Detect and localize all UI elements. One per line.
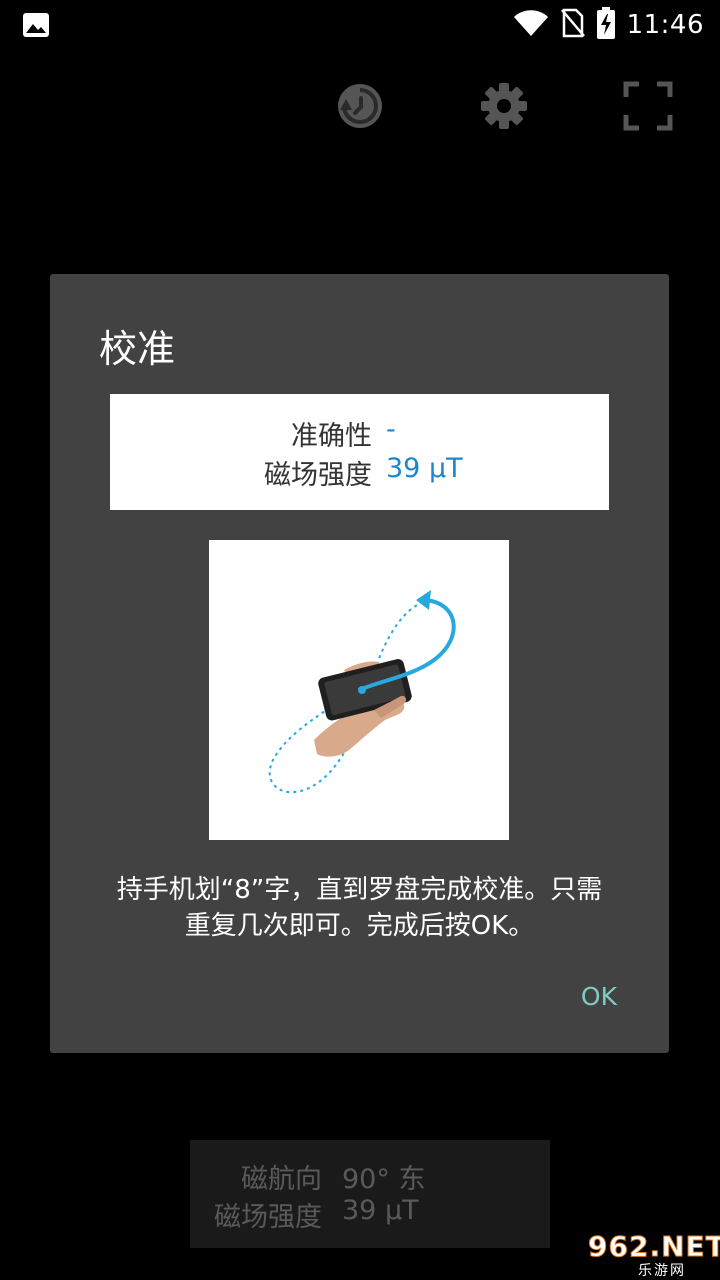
field-strength-value: 39 μT — [386, 453, 463, 484]
calibration-info-box: 准确性 - 磁场强度 39 μT — [110, 394, 609, 510]
status-bar: 11:46 — [0, 0, 720, 50]
panel-field-strength-value: 39 μT — [342, 1195, 419, 1226]
settings-button[interactable] — [472, 76, 536, 140]
screen: 11:46 校准 准确性 - 磁场强度 39 μT 持手机划“8”字，直到罗盘完… — [0, 0, 720, 1280]
instructions-line-1: 持手机划“8”字，直到罗盘完成校准。只需 — [116, 875, 603, 905]
battery-charging-icon — [596, 7, 615, 43]
fullscreen-icon — [623, 81, 673, 135]
heading-value: 90° 东 — [342, 1164, 426, 1195]
watermark-logo-text: 962.NET — [588, 1230, 720, 1264]
watermark-subtext: 乐游网 — [638, 1263, 686, 1279]
accuracy-label: 准确性 — [291, 421, 372, 452]
history-button[interactable] — [328, 76, 392, 140]
figure-eight-calibration-illustration — [209, 540, 509, 840]
field-strength-label: 磁场强度 — [264, 460, 372, 491]
heading-label: 磁航向 — [241, 1164, 322, 1195]
status-bar-right: 11:46 — [513, 0, 704, 50]
accuracy-row: 准确性 - — [110, 414, 609, 454]
image-notification-icon — [22, 12, 50, 38]
fullscreen-button[interactable] — [616, 76, 680, 140]
settings-gear-icon — [479, 81, 529, 135]
dialog-title: 校准 — [99, 327, 176, 371]
site-watermark: 962.NET 乐游网 — [578, 1228, 720, 1280]
toolbar — [0, 76, 720, 140]
field-strength-row: 磁场强度 39 μT — [110, 453, 609, 493]
history-icon — [335, 81, 385, 135]
status-time: 11:46 — [626, 10, 704, 40]
accuracy-value: - — [386, 414, 396, 445]
calibration-dialog: 校准 准确性 - 磁场强度 39 μT 持手机划“8”字，直到罗盘完成校准。只需… — [50, 274, 669, 1053]
instructions-line-2: 重复几次即可。完成后按OK。 — [184, 911, 535, 941]
panel-field-strength-label: 磁场强度 — [214, 1202, 322, 1233]
compass-info-panel: 磁航向 90° 东 磁场强度 39 μT — [190, 1140, 550, 1248]
ok-button[interactable]: OK — [579, 978, 619, 1015]
heading-row: 磁航向 90° 东 — [190, 1157, 550, 1195]
no-sim-icon — [560, 8, 585, 42]
calibration-instructions: 持手机划“8”字，直到罗盘完成校准。只需 重复几次即可。完成后按OK。 — [80, 872, 639, 944]
panel-field-strength-row: 磁场强度 39 μT — [190, 1195, 550, 1233]
wifi-icon — [513, 9, 549, 41]
